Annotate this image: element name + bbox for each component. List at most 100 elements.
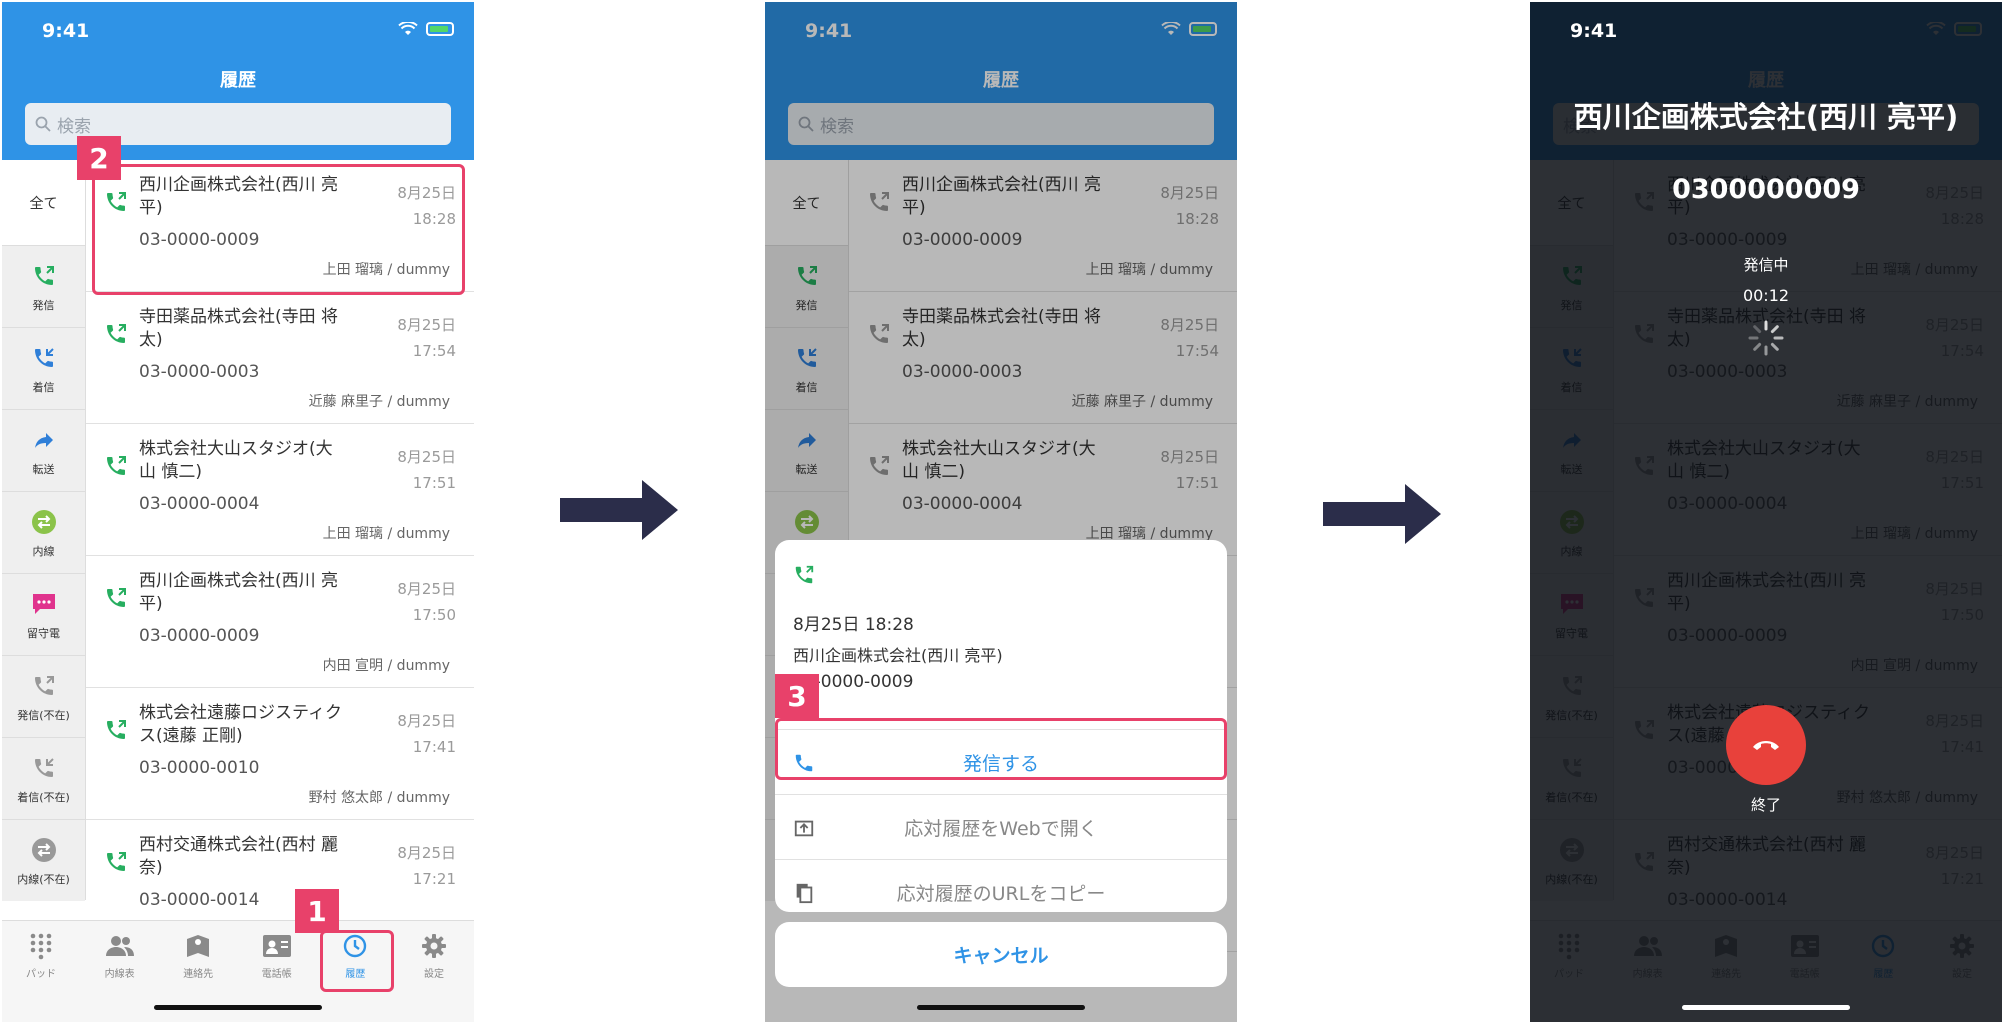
- filter-item-label: 着信: [32, 380, 55, 394]
- outgoing-call-icon: [104, 322, 126, 344]
- tab-contacts-book[interactable]: 連絡先: [159, 931, 237, 980]
- copy-url-label: 応対履歴のURLをコピー: [896, 883, 1106, 905]
- missed-incoming-icon: [29, 753, 59, 783]
- battery-icon: [426, 22, 454, 36]
- tab-dialpad[interactable]: パッド: [2, 931, 80, 980]
- cancel-sheet: キャンセル: [775, 922, 1227, 987]
- phone-screen-action-sheet: 9:41 履歴 検索 全て 発信着信転送内線留守電発信(不在)着信(不在)内線(…: [765, 2, 1237, 1022]
- history-row[interactable]: 寺田薬品株式会社(寺田 将太) 03-0000-0003 近藤 麻里子 / dumm…: [86, 292, 474, 424]
- history-row-datetime: 8月25日 17:51: [397, 444, 456, 496]
- status-time: 9:41: [1570, 20, 1618, 42]
- sheet-name: 西川企画株式会社(西川 亮平): [793, 646, 1003, 665]
- search-icon: [35, 116, 51, 132]
- filter-item-label: 着信(不在): [17, 790, 70, 804]
- history-row[interactable]: 西川企画株式会社(西川 亮平) 03-0000-0009 内田 宣明 / dummy…: [86, 556, 474, 688]
- tab-label: 電話帳: [261, 969, 292, 980]
- home-indicator: [1682, 1005, 1850, 1010]
- phone-screen-calling: 9:41 履歴 検索 全て 発信着信転送内線留守電発信(不在)着信(不在)内線(…: [1530, 2, 2002, 1022]
- history-row-time: 17:21: [412, 870, 456, 888]
- hang-up-icon: [1753, 741, 1779, 750]
- outgoing-call-icon: [795, 565, 814, 584]
- dialpad-icon: [2, 931, 80, 961]
- cancel-button[interactable]: キャンセル: [775, 922, 1227, 987]
- filter-item-voicemail[interactable]: 留守電: [2, 573, 85, 655]
- filter-item-missed-extension[interactable]: 内線(不在): [2, 819, 85, 901]
- call-detail: 8月25日 18:28 西川企画株式会社(西川 亮平) 03-0000-0009: [775, 540, 1227, 730]
- filter-all[interactable]: 全て: [2, 160, 85, 245]
- open-web-button[interactable]: 応対履歴をWebで開く: [775, 795, 1227, 860]
- call-duration: 00:12: [1742, 286, 1790, 305]
- highlight-tab: [320, 930, 394, 992]
- history-row-name: 株式会社遠藤ロジスティクス(遠藤 正剛): [139, 703, 342, 746]
- history-row-date: 8月25日: [397, 712, 456, 730]
- missed-outgoing-icon: [29, 671, 59, 701]
- history-row-number: 03-0000-0003: [139, 362, 260, 382]
- filter-item-extension[interactable]: 内線: [2, 491, 85, 573]
- outgoing-call-icon: [29, 261, 59, 291]
- status-icons: [398, 22, 454, 36]
- voicemail-icon: [29, 589, 59, 619]
- tab-label: 設定: [424, 969, 444, 980]
- tab-phonebook[interactable]: 電話帳: [238, 931, 316, 980]
- history-row-date: 8月25日: [397, 316, 456, 334]
- filter-item-label: 転送: [32, 462, 55, 476]
- status-time: 9:41: [42, 20, 90, 42]
- history-row-datetime: 8月25日 17:50: [397, 576, 456, 628]
- history-row-user: 上田 瑠璃 / dummy: [322, 526, 450, 542]
- history-row-number: 03-0000-0010: [139, 758, 260, 778]
- history-row[interactable]: 株式会社遠藤ロジスティクス(遠藤 正剛) 03-0000-0010 野村 悠太郎 /…: [86, 688, 474, 820]
- filter-item-missed-outgoing[interactable]: 発信(不在): [2, 655, 85, 737]
- history-row-date: 8月25日: [397, 580, 456, 598]
- open-web-label: 応対履歴をWebで開く: [904, 817, 1098, 840]
- history-row-user: 内田 宣明 / dummy: [322, 658, 450, 674]
- wifi-icon: [398, 22, 418, 35]
- filter-item-forward[interactable]: 転送: [2, 409, 85, 491]
- forward-icon: [29, 425, 59, 455]
- filter-item-label: 発信(不在): [17, 708, 70, 722]
- arrow-right-icon: [1323, 484, 1441, 544]
- step-badge-3: 3: [775, 674, 819, 718]
- outgoing-call-icon: [104, 586, 126, 608]
- history-row-number: 03-0000-0009: [139, 626, 260, 646]
- filter-item-label: 内線: [32, 544, 55, 558]
- copy-icon: [796, 883, 813, 904]
- history-row-time: 17:51: [412, 474, 456, 492]
- tab-label: パッド: [26, 969, 56, 980]
- call-name: 西川企画株式会社(西川 亮平): [1573, 100, 1959, 134]
- tab-people[interactable]: 内線表: [81, 931, 159, 980]
- history-row-datetime: 8月25日 17:54: [397, 312, 456, 364]
- filter-item-outgoing-call[interactable]: 発信: [2, 245, 85, 327]
- filter-item-label: 留守電: [27, 626, 60, 640]
- history-row-name: 西川企画株式会社(西川 亮平): [139, 571, 339, 614]
- filter-item-incoming-call[interactable]: 着信: [2, 327, 85, 409]
- history-row-time: 17:54: [412, 342, 456, 360]
- highlight-call-button: [775, 718, 1227, 780]
- outgoing-call-icon: [104, 850, 126, 872]
- end-call-button[interactable]: [1726, 705, 1806, 785]
- incoming-call-icon: [29, 343, 59, 373]
- contacts-book-icon: [159, 931, 237, 961]
- missed-extension-icon: [29, 835, 59, 865]
- tab-gear[interactable]: 設定: [395, 931, 473, 980]
- tab-label: 連絡先: [183, 969, 214, 980]
- copy-url-button[interactable]: 応対履歴のURLをコピー: [775, 860, 1227, 912]
- history-row-date: 8月25日: [397, 448, 456, 466]
- step-badge-1: 1: [295, 889, 339, 933]
- highlight-row: [92, 164, 465, 295]
- history-row-number: 03-0000-0004: [139, 494, 260, 514]
- tab-bar: パッド内線表連絡先電話帳履歴設定: [2, 920, 474, 1022]
- arrow-right-icon: [560, 480, 678, 540]
- history-row[interactable]: 株式会社大山スタジオ(大山 慎二) 03-0000-0004 上田 瑠璃 / dum…: [86, 424, 474, 556]
- loading-spinner-icon: [1748, 320, 1784, 356]
- step-badge-2: 2: [77, 136, 121, 180]
- call-number: 0300000009: [1672, 174, 1860, 205]
- filter-item-missed-incoming[interactable]: 着信(不在): [2, 737, 85, 819]
- history-row-time: 17:41: [412, 738, 456, 756]
- history-row-name: 株式会社大山スタジオ(大山 慎二): [139, 439, 333, 482]
- header: 9:41 履歴 検索: [2, 2, 474, 160]
- outgoing-call-icon: [104, 718, 126, 740]
- history-row-number: 03-0000-0014: [139, 890, 260, 910]
- history-row-user: 野村 悠太郎 / dummy: [308, 790, 450, 806]
- extension-icon: [29, 507, 59, 537]
- history-row-user: 近藤 麻里子 / dummy: [308, 394, 450, 410]
